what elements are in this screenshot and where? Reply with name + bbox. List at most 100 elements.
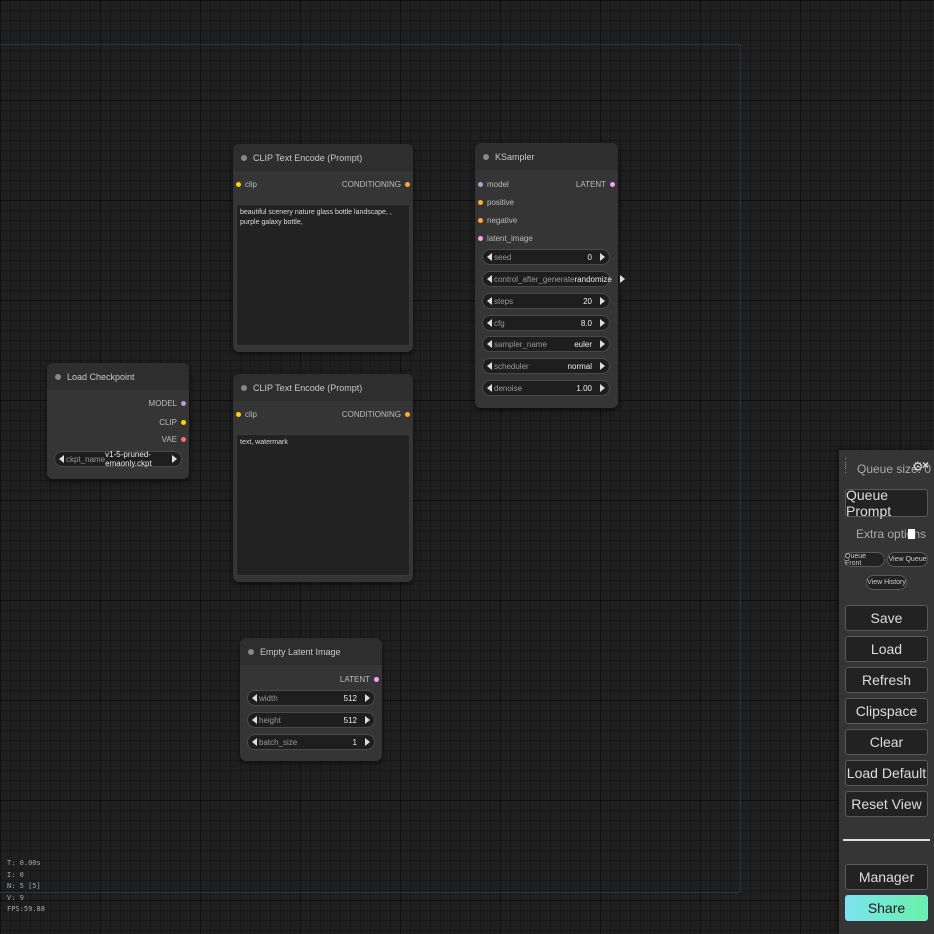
latent-output-slot[interactable]: LATENT [576, 178, 615, 190]
node-title-bar[interactable]: CLIP Text Encode (Prompt) [233, 144, 413, 171]
decrement-arrow-icon[interactable] [487, 297, 492, 305]
height-widget[interactable]: height 512 [247, 712, 375, 728]
slot-dot-icon[interactable] [374, 676, 379, 682]
stat-iterations: I: 0 [7, 870, 24, 879]
decrement-arrow-icon[interactable] [487, 384, 492, 392]
latent-image-input-slot[interactable]: latent_image [478, 232, 533, 244]
batch-size-widget[interactable]: batch_size 1 [247, 734, 375, 750]
slot-label: latent_image [487, 233, 533, 243]
decrement-arrow-icon[interactable] [487, 340, 492, 348]
slot-dot-icon[interactable] [610, 181, 615, 187]
collapse-dot-icon[interactable] [483, 153, 489, 160]
collapse-dot-icon[interactable] [248, 648, 254, 655]
manager-button[interactable]: Manager [845, 864, 928, 890]
slot-dot-icon[interactable] [236, 181, 241, 187]
clipspace-button[interactable]: Clipspace [845, 698, 928, 724]
sampler-name-widget[interactable]: sampler_name euler [482, 336, 610, 352]
increment-arrow-icon[interactable] [365, 716, 370, 724]
collapse-dot-icon[interactable] [241, 384, 247, 391]
decrement-arrow-icon[interactable] [487, 362, 492, 370]
positive-input-slot[interactable]: positive [478, 196, 514, 208]
slot-dot-icon[interactable] [478, 199, 483, 205]
refresh-button[interactable]: Refresh [845, 667, 928, 693]
slot-label: CONDITIONING [341, 179, 401, 189]
denoise-widget[interactable]: denoise 1.00 [482, 380, 610, 396]
save-button[interactable]: Save [845, 605, 928, 631]
reset-view-button[interactable]: Reset View [845, 791, 928, 817]
slot-dot-icon[interactable] [405, 181, 410, 187]
widget-value: 20 [583, 296, 592, 306]
scheduler-widget[interactable]: scheduler normal [482, 358, 610, 374]
slot-dot-icon[interactable] [236, 411, 241, 417]
seed-widget[interactable]: seed 0 [482, 249, 610, 265]
slot-dot-icon[interactable] [478, 181, 483, 187]
decrement-arrow-icon[interactable] [252, 694, 257, 702]
ckpt-name-widget[interactable]: ckpt_name v1-5-pruned-emaonly.ckpt [54, 450, 182, 468]
clip-input-slot[interactable]: clip [236, 178, 257, 190]
negative-input-slot[interactable]: negative [478, 214, 517, 226]
view-queue-button[interactable]: View Queue [887, 552, 928, 567]
clip-output-slot[interactable]: CLIP [159, 416, 186, 428]
queue-prompt-button[interactable]: Queue Prompt [845, 487, 928, 519]
decrement-arrow-icon[interactable] [487, 275, 492, 283]
slot-dot-icon[interactable] [478, 217, 483, 223]
increment-arrow-icon[interactable] [600, 340, 605, 348]
ksampler-node[interactable]: KSampler model positive negative latent_… [475, 143, 625, 408]
increment-arrow-icon[interactable] [600, 362, 605, 370]
view-history-button[interactable]: View History [866, 575, 907, 590]
decrement-arrow-icon[interactable] [487, 253, 492, 261]
increment-arrow-icon[interactable] [600, 384, 605, 392]
node-title-bar[interactable]: CLIP Text Encode (Prompt) [233, 374, 413, 401]
slot-dot-icon[interactable] [478, 235, 483, 241]
node-title-bar[interactable]: Load Checkpoint [47, 363, 189, 390]
prompt-textarea[interactable]: text, watermark [236, 434, 410, 576]
clear-button[interactable]: Clear [845, 729, 928, 755]
model-input-slot[interactable]: model [478, 178, 509, 190]
node-title-bar[interactable]: Empty Latent Image [240, 638, 382, 665]
increment-arrow-icon[interactable] [600, 297, 605, 305]
prompt-textarea[interactable]: beautiful scenery nature glass bottle la… [236, 204, 410, 346]
extra-options-checkbox[interactable] [908, 529, 915, 539]
canvas-bottom-border [0, 892, 740, 893]
increment-arrow-icon[interactable] [619, 275, 625, 283]
load-button[interactable]: Load [845, 636, 928, 662]
node-title-bar[interactable]: KSampler [475, 143, 618, 170]
decrement-arrow-icon[interactable] [487, 319, 492, 327]
load-checkpoint-node[interactable]: Load Checkpoint MODEL CLIP VAE ckpt_name… [47, 363, 189, 479]
decrement-arrow-icon[interactable] [252, 738, 257, 746]
increment-arrow-icon[interactable] [600, 253, 605, 261]
clip-text-encode-positive-node[interactable]: CLIP Text Encode (Prompt) clip CONDITION… [233, 144, 413, 352]
width-widget[interactable]: width 512 [247, 690, 375, 706]
conditioning-output-slot[interactable]: CONDITIONING [342, 408, 410, 420]
steps-widget[interactable]: steps 20 [482, 293, 610, 309]
slot-dot-icon[interactable] [405, 411, 410, 417]
increment-arrow-icon[interactable] [172, 455, 177, 463]
clip-input-slot[interactable]: clip [236, 408, 257, 420]
increment-arrow-icon[interactable] [365, 694, 370, 702]
close-icon[interactable]: × [922, 458, 929, 472]
model-output-slot[interactable]: MODEL [149, 397, 186, 409]
vae-output-slot[interactable]: VAE [162, 433, 186, 445]
stat-fps: FPS:59.88 [7, 905, 45, 913]
drag-handle-icon[interactable]: ⁚ ⁚ ⁚ [844, 458, 850, 476]
slot-label: clip [245, 179, 258, 189]
slot-dot-icon[interactable] [181, 436, 186, 442]
increment-arrow-icon[interactable] [365, 738, 370, 746]
slot-dot-icon[interactable] [181, 419, 186, 425]
conditioning-output-slot[interactable]: CONDITIONING [342, 178, 410, 190]
share-button[interactable]: Share [845, 895, 928, 921]
decrement-arrow-icon[interactable] [252, 716, 257, 724]
cfg-widget[interactable]: cfg 8.0 [482, 315, 610, 331]
empty-latent-image-node[interactable]: Empty Latent Image LATENT width 512 heigh… [240, 638, 382, 761]
collapse-dot-icon[interactable] [241, 154, 247, 161]
slot-dot-icon[interactable] [181, 400, 186, 406]
clip-text-encode-negative-node[interactable]: CLIP Text Encode (Prompt) clip CONDITION… [233, 374, 413, 582]
collapse-dot-icon[interactable] [55, 373, 61, 380]
queue-front-button[interactable]: Queue Front [844, 552, 885, 567]
stat-nodes: N: 5 [5] [7, 882, 41, 890]
decrement-arrow-icon[interactable] [59, 455, 64, 463]
load-default-button[interactable]: Load Default [845, 760, 928, 786]
latent-output-slot[interactable]: LATENT [340, 673, 379, 685]
increment-arrow-icon[interactable] [600, 319, 605, 327]
control-after-generate-widget[interactable]: control_after_generate randomize [482, 271, 625, 287]
